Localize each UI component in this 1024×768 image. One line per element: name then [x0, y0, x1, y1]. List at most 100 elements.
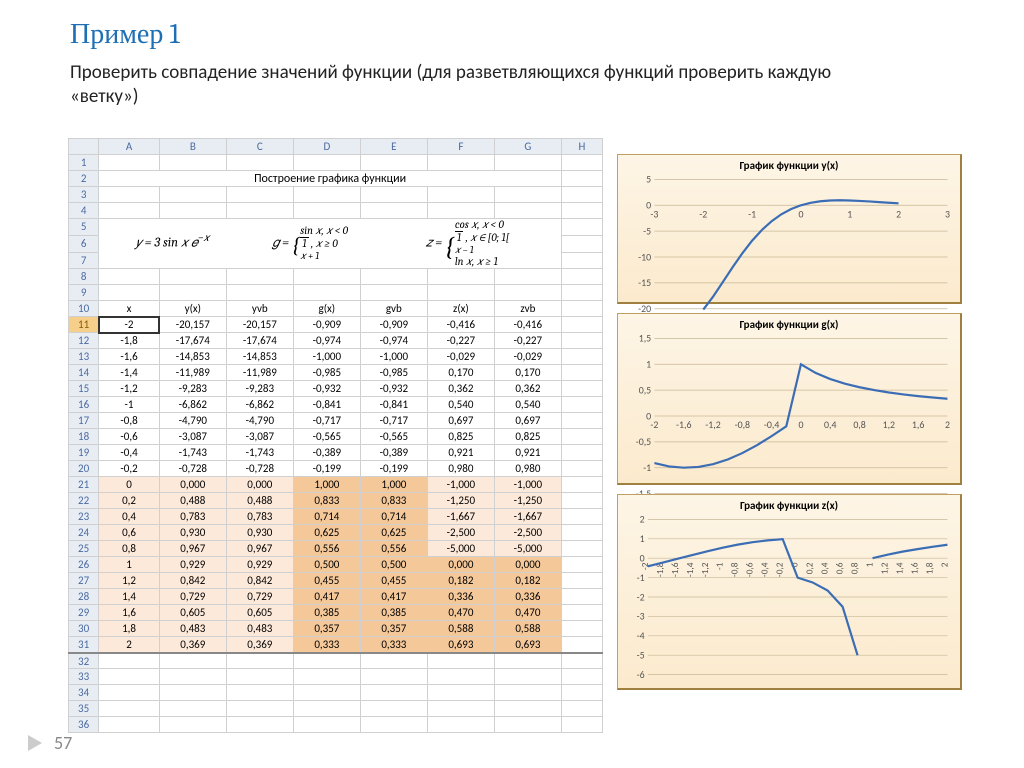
cell[interactable]: 0,729 [226, 589, 293, 605]
cell[interactable] [427, 653, 494, 669]
cell[interactable]: -20,157 [159, 317, 226, 333]
cell[interactable] [293, 155, 360, 171]
cell[interactable] [293, 717, 360, 733]
cell[interactable]: E [360, 139, 427, 155]
cell[interactable] [159, 669, 226, 685]
cell[interactable] [293, 269, 360, 285]
cell[interactable] [561, 187, 602, 203]
cell[interactable]: 0,336 [427, 589, 494, 605]
cell[interactable]: -0,416 [427, 317, 494, 333]
cell[interactable]: 0,921 [494, 445, 561, 461]
cell[interactable]: 9 [69, 285, 99, 301]
cell[interactable]: 1,000 [293, 477, 360, 493]
cell[interactable]: -4,790 [159, 413, 226, 429]
cell[interactable]: -1,000 [427, 477, 494, 493]
cell[interactable]: 34 [69, 685, 99, 701]
cell[interactable]: yvb [226, 301, 293, 317]
cell[interactable]: -0,909 [293, 317, 360, 333]
cell[interactable]: 0,357 [293, 621, 360, 637]
cell[interactable]: 32 [69, 653, 99, 669]
cell[interactable] [561, 557, 602, 573]
cell[interactable]: 23 [69, 509, 99, 525]
cell[interactable]: 25 [69, 541, 99, 557]
cell[interactable]: -0,029 [494, 349, 561, 365]
cell[interactable]: -1,000 [293, 349, 360, 365]
cell[interactable] [360, 717, 427, 733]
cell[interactable]: 0,417 [360, 589, 427, 605]
cell[interactable]: 0,470 [494, 605, 561, 621]
cell[interactable]: -0,985 [360, 365, 427, 381]
cell[interactable]: -6,862 [226, 397, 293, 413]
cell[interactable]: y(x) [159, 301, 226, 317]
cell[interactable]: 33 [69, 669, 99, 685]
cell[interactable]: -1,667 [427, 509, 494, 525]
cell[interactable]: 0,540 [427, 397, 494, 413]
cell[interactable] [360, 269, 427, 285]
cell[interactable]: C [226, 139, 293, 155]
cell[interactable]: 0,842 [159, 573, 226, 589]
cell[interactable] [99, 269, 160, 285]
cell[interactable]: 0,693 [494, 637, 561, 653]
cell[interactable]: 21 [69, 477, 99, 493]
cell[interactable] [99, 669, 160, 685]
cell[interactable]: -0,227 [494, 333, 561, 349]
cell[interactable]: Построение графика функции [99, 171, 562, 187]
cell[interactable]: -2,500 [427, 525, 494, 541]
cell[interactable] [427, 669, 494, 685]
cell[interactable]: -0,974 [293, 333, 360, 349]
cell[interactable]: 0,483 [226, 621, 293, 637]
cell[interactable]: -0,6 [99, 429, 160, 445]
cell[interactable] [494, 269, 561, 285]
cell[interactable]: 5 [69, 219, 99, 236]
cell[interactable] [360, 701, 427, 717]
cell[interactable]: 20 [69, 461, 99, 477]
cell[interactable]: 0,930 [226, 525, 293, 541]
cell[interactable]: 29 [69, 605, 99, 621]
cell[interactable]: 0,369 [159, 637, 226, 653]
cell[interactable]: -6,862 [159, 397, 226, 413]
cell[interactable]: 0,783 [226, 509, 293, 525]
cell[interactable]: 0,842 [226, 573, 293, 589]
cell[interactable]: gvb [360, 301, 427, 317]
cell[interactable]: 0,625 [293, 525, 360, 541]
cell[interactable] [293, 701, 360, 717]
cell[interactable]: 12 [69, 333, 99, 349]
cell[interactable] [360, 669, 427, 685]
cell[interactable] [494, 285, 561, 301]
cell[interactable]: 0,500 [360, 557, 427, 573]
cell[interactable]: 4 [69, 203, 99, 219]
cell[interactable]: 13 [69, 349, 99, 365]
cell[interactable] [561, 573, 602, 589]
cell[interactable] [561, 171, 602, 187]
cell[interactable]: -2,500 [494, 525, 561, 541]
cell[interactable] [561, 285, 602, 301]
cell[interactable]: -1,2 [99, 381, 160, 397]
cell[interactable]: 14 [69, 365, 99, 381]
cell[interactable]: 7 [69, 252, 99, 269]
cell[interactable]: 18 [69, 429, 99, 445]
cell[interactable]: -0,985 [293, 365, 360, 381]
cell[interactable]: D [293, 139, 360, 155]
cell[interactable]: -3,087 [159, 429, 226, 445]
cell[interactable]: 6 [69, 235, 99, 252]
cell[interactable]: 19 [69, 445, 99, 461]
cell[interactable]: -5,000 [427, 541, 494, 557]
cell[interactable] [561, 381, 602, 397]
cell[interactable] [427, 203, 494, 219]
cell[interactable]: 0,540 [494, 397, 561, 413]
cell[interactable] [293, 285, 360, 301]
cell[interactable]: 30 [69, 621, 99, 637]
cell[interactable] [99, 717, 160, 733]
cell[interactable] [561, 317, 602, 333]
cell[interactable] [99, 653, 160, 669]
cell[interactable] [293, 669, 360, 685]
cell[interactable] [561, 477, 602, 493]
cell[interactable]: F [427, 139, 494, 155]
cell[interactable]: -9,283 [226, 381, 293, 397]
cell[interactable] [99, 187, 160, 203]
cell[interactable]: 0,483 [159, 621, 226, 637]
cell[interactable]: 22 [69, 493, 99, 509]
cell[interactable] [561, 445, 602, 461]
cell[interactable] [226, 155, 293, 171]
cell[interactable]: 35 [69, 701, 99, 717]
